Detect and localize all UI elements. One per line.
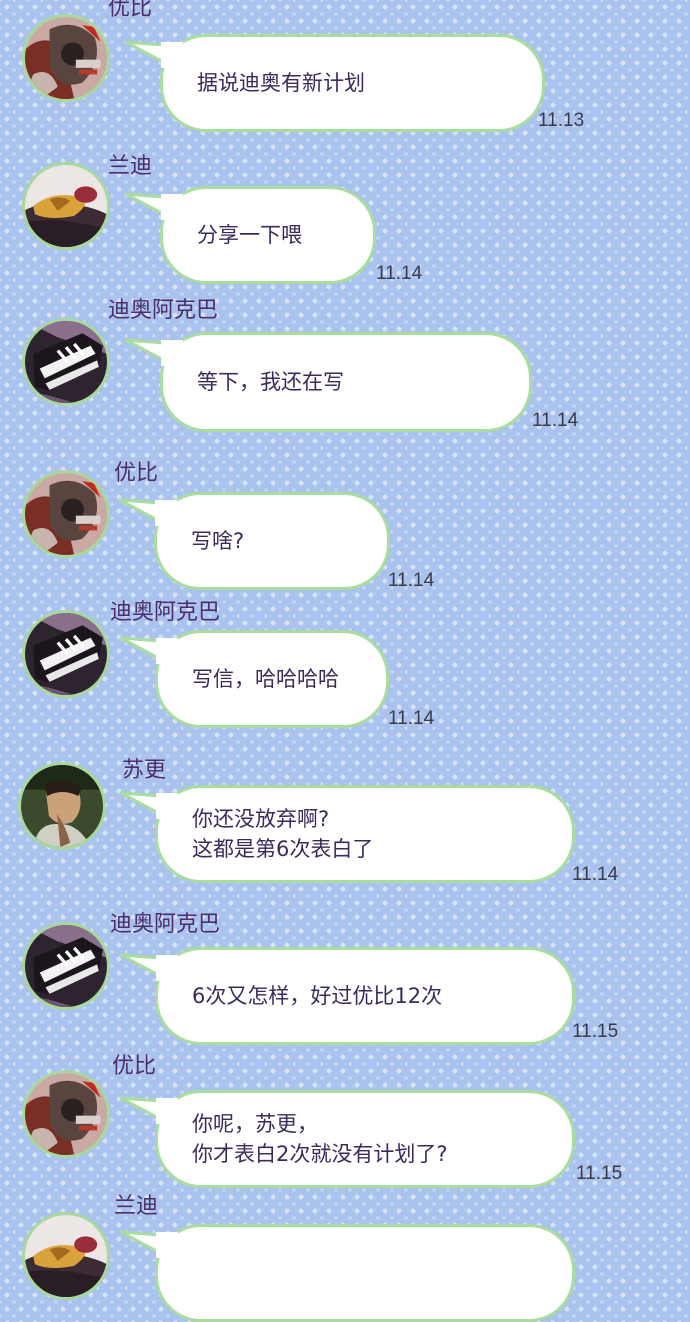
bubble-tail-joint bbox=[161, 194, 183, 220]
sender-name: 兰迪 bbox=[114, 1194, 159, 1219]
youbi-avatar[interactable] bbox=[22, 470, 110, 558]
sender-name: 优比 bbox=[112, 1054, 157, 1079]
message-bubble[interactable]: 写信，哈哈哈哈 bbox=[155, 630, 389, 728]
bubble-tail-joint bbox=[156, 955, 178, 981]
message-bubble[interactable]: 写啥? bbox=[154, 492, 390, 590]
sender-name: 迪奥阿克巴 bbox=[110, 600, 221, 625]
sender-name: 优比 bbox=[108, 0, 153, 21]
message-text: 这都是第6次表白了 bbox=[192, 837, 374, 861]
message-time: 11.15 bbox=[576, 1163, 623, 1184]
message-text: 6次又怎样，好过优比12次 bbox=[192, 984, 443, 1008]
message-bubble[interactable] bbox=[155, 1224, 575, 1322]
message-bubble[interactable]: 你还没放弃啊? 这都是第6次表白了 bbox=[155, 785, 575, 883]
message-text: 等下，我还在写 bbox=[197, 370, 344, 394]
message-time: 11.14 bbox=[532, 410, 579, 431]
message-text: 写啥? bbox=[191, 529, 245, 553]
sneaker-avatar[interactable] bbox=[22, 318, 110, 406]
message-bubble[interactable]: 等下，我还在写 bbox=[160, 332, 532, 432]
sneaker-avatar[interactable] bbox=[22, 922, 110, 1010]
sender-name: 迪奥阿克巴 bbox=[108, 298, 219, 323]
bubble-tail-joint bbox=[161, 340, 183, 366]
sender-name: 兰迪 bbox=[108, 154, 153, 179]
message-text: 你还没放弃啊? bbox=[192, 807, 330, 831]
message-time: 11.14 bbox=[388, 570, 435, 591]
message-bubble[interactable]: 6次又怎样，好过优比12次 bbox=[155, 947, 575, 1045]
message-text: 你呢，苏更， bbox=[192, 1112, 318, 1136]
message-bubble[interactable]: 分享一下喂 bbox=[160, 186, 376, 284]
message-text: 写信，哈哈哈哈 bbox=[192, 667, 339, 691]
bubble-tail-joint bbox=[156, 1232, 178, 1258]
message-text: 你才表白2次就没有计划了? bbox=[192, 1142, 448, 1166]
bubble-tail-joint bbox=[156, 1098, 178, 1124]
bubble-tail-joint bbox=[161, 42, 183, 68]
sender-name: 苏更 bbox=[122, 758, 167, 783]
sugeng-avatar[interactable] bbox=[18, 762, 106, 850]
bubble-tail-joint bbox=[155, 500, 177, 526]
landi-avatar[interactable] bbox=[22, 162, 110, 250]
message-time: 11.14 bbox=[388, 708, 435, 729]
youbi-avatar[interactable] bbox=[22, 14, 110, 102]
bubble-tail-joint bbox=[156, 793, 178, 819]
youbi-avatar[interactable] bbox=[22, 1070, 110, 1158]
message-time: 11.15 bbox=[572, 1021, 619, 1042]
message-time: 11.14 bbox=[572, 864, 619, 885]
message-time: 11.14 bbox=[376, 263, 423, 284]
sender-name: 迪奥阿克巴 bbox=[110, 912, 221, 937]
message-bubble[interactable]: 你呢，苏更， 你才表白2次就没有计划了? bbox=[155, 1090, 575, 1188]
landi-avatar[interactable] bbox=[22, 1212, 110, 1300]
message-time: 11.13 bbox=[538, 110, 585, 131]
message-text: 分享一下喂 bbox=[197, 223, 302, 247]
sender-name: 优比 bbox=[114, 461, 159, 486]
message-bubble[interactable]: 据说迪奥有新计划 bbox=[160, 34, 545, 132]
message-text: 据说迪奥有新计划 bbox=[197, 71, 365, 95]
sneaker-avatar[interactable] bbox=[22, 610, 110, 698]
bubble-tail-joint bbox=[156, 638, 178, 664]
